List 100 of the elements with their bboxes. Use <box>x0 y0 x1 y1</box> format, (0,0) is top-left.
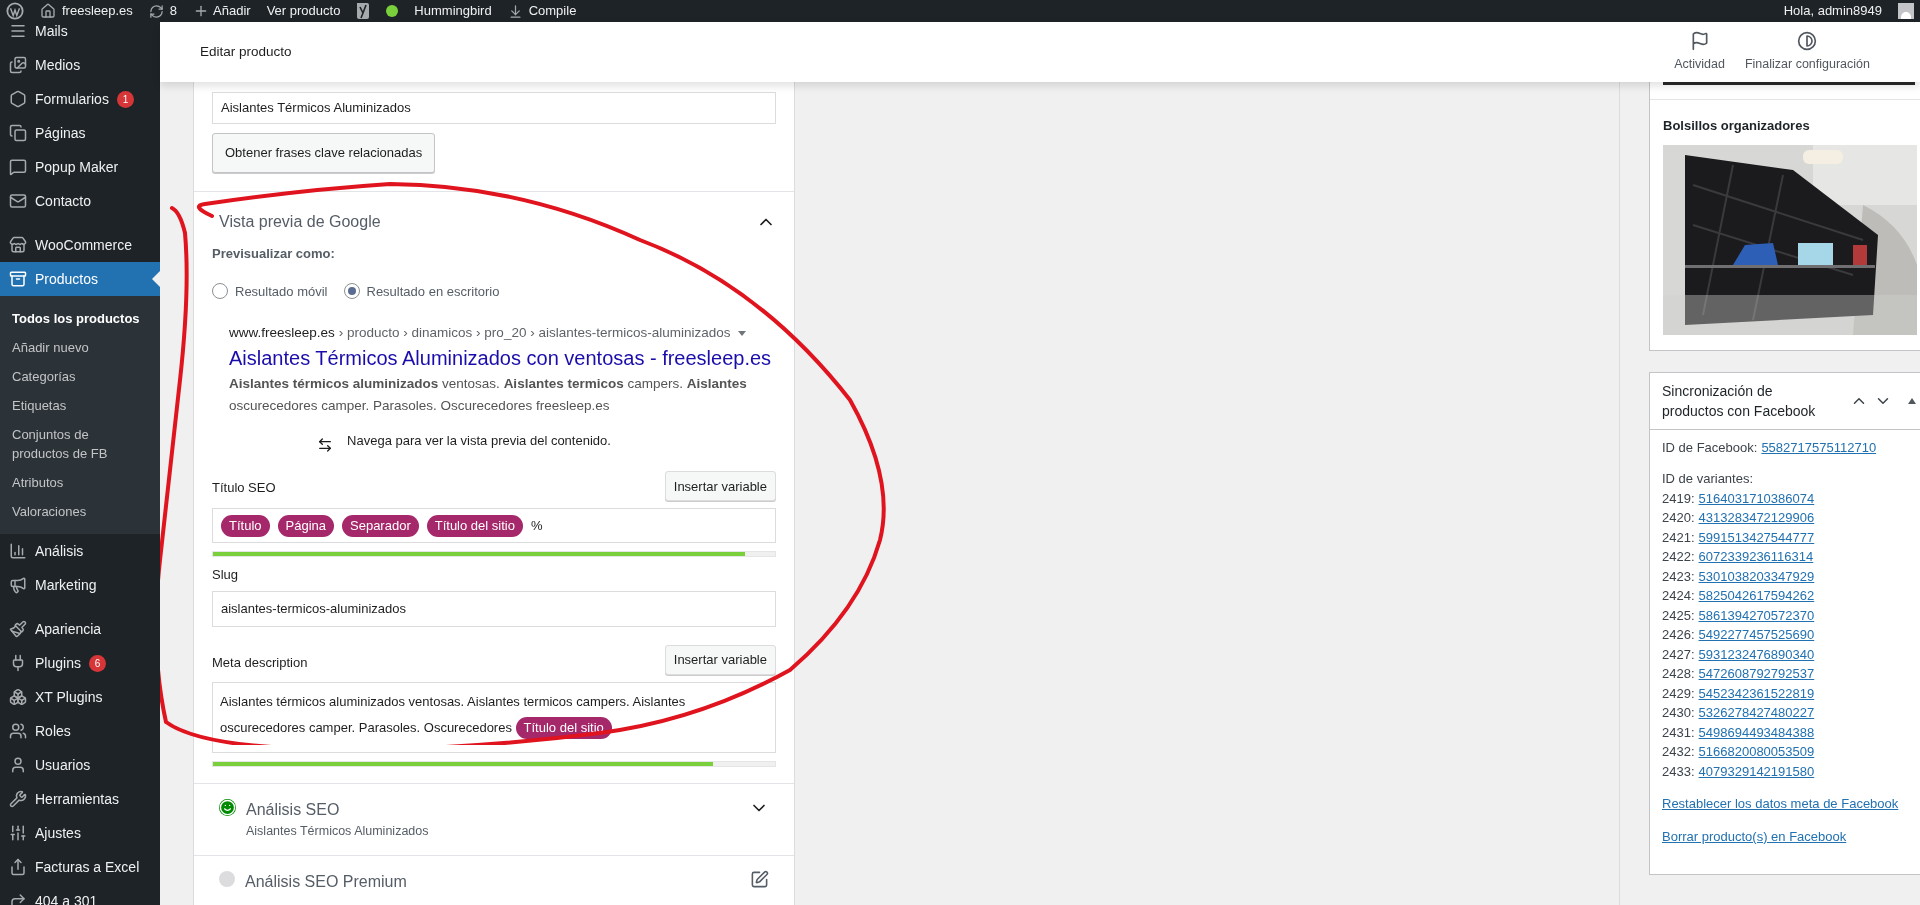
sidebar-item[interactable]: Análisis <box>0 534 160 568</box>
sidebar-item[interactable]: Popup Maker <box>0 150 160 184</box>
variant-number: 2429: <box>1662 684 1695 703</box>
variant-id-link[interactable]: 5825042617594262 <box>1698 586 1815 606</box>
sidebar-item[interactable]: Formularios 1 <box>0 82 160 116</box>
variant-number: 2431: <box>1662 723 1695 742</box>
variable-chip[interactable]: Título <box>221 514 270 537</box>
swap-arrows-icon <box>317 437 334 454</box>
sidebar-item[interactable]: XT Plugins <box>0 680 160 714</box>
sidebar-item[interactable]: Roles <box>0 714 160 748</box>
variant-id-link[interactable]: 4313283472129906 <box>1698 508 1815 528</box>
sidebar-item[interactable]: WooCommerce <box>0 228 160 262</box>
caret-icon <box>738 330 747 336</box>
variant-number: 2425: <box>1662 606 1695 625</box>
half-circle-icon <box>1797 30 1818 51</box>
share-icon <box>9 858 27 876</box>
submenu-item[interactable]: Valoraciones <box>0 497 160 526</box>
submenu-item[interactable]: Añadir nuevo <box>0 333 160 362</box>
bar-chart-icon <box>9 542 27 560</box>
submenu-item[interactable]: Todos los productos <box>0 304 160 333</box>
site-link[interactable]: freesleep.es <box>40 1 133 21</box>
variable-chip[interactable]: Título del sitio <box>426 514 523 537</box>
page-title: Editar producto <box>200 42 292 61</box>
variant-id-link[interactable]: 5164031710386074 <box>1698 488 1815 508</box>
compile-link[interactable]: Compile <box>507 1 577 21</box>
variant-number: 2422: <box>1662 548 1695 566</box>
submenu-item[interactable]: Etiquetas <box>0 391 160 420</box>
variant-number: 2428: <box>1662 665 1695 683</box>
seo-title-field[interactable]: Título Página Separador Título del sitio % <box>212 508 776 544</box>
sidebar-item[interactable]: 404 a 301 <box>0 884 160 905</box>
related-keyphrases-button[interactable]: Obtener frases clave relacionadas <box>212 133 436 173</box>
sidebar-item[interactable]: Plugins 6 <box>0 646 160 680</box>
sidebar-item[interactable]: Productos <box>0 262 160 296</box>
variant-id-link[interactable]: 5991513427544777 <box>1698 527 1815 547</box>
new-link[interactable]: Añadir <box>193 1 251 21</box>
variant-id-link[interactable]: 5301038203347929 <box>1698 566 1815 586</box>
header-action[interactable]: Actividad <box>1664 30 1735 74</box>
sidebar-item[interactable]: Apariencia <box>0 612 160 646</box>
sidebar-item[interactable]: Facturas a Excel <box>0 850 160 884</box>
section-header[interactable]: Análisis SEO Premium <box>194 855 794 905</box>
wrench-icon <box>9 790 27 808</box>
hexagon-icon <box>9 90 27 108</box>
updates-link[interactable]: 8 <box>148 1 178 21</box>
action-link[interactable]: Borrar producto(s) en Facebook <box>1662 828 1847 844</box>
facebook-id-link[interactable]: 5582717575112710 <box>1761 437 1877 457</box>
variant-number: 2433: <box>1662 762 1695 781</box>
variant-id-link[interactable]: 5452342361522819 <box>1698 683 1815 703</box>
count-badge: 6 <box>88 654 106 672</box>
users-icon <box>9 722 27 740</box>
sidebar-item[interactable]: Ajustes <box>0 816 160 850</box>
sidebar-item[interactable]: Medios <box>0 48 160 82</box>
preview-label: Previsualizar como: <box>212 245 336 263</box>
variant-id-link[interactable]: 5498694493484388 <box>1698 722 1815 742</box>
field-label: Título SEO <box>212 478 276 497</box>
meta-description-field[interactable]: Aislantes térmicos aluminizados ventosas. Aislantes termicos campers. Aislantes oscurecedores camper. Parasoles. Oscurecedores Título del sitio <box>212 681 776 753</box>
variable-chip[interactable]: Página <box>277 514 334 537</box>
variant-id-link[interactable]: 5492277457525690 <box>1698 625 1815 645</box>
variant-id-link[interactable]: 5326278427480227 <box>1698 703 1815 723</box>
insert-variable-button[interactable]: Insertar variable <box>664 471 776 502</box>
store-icon <box>9 236 27 254</box>
result-description: Aislantes térmicos aluminizados ventosas. Aislantes termicos campers. Aislantes oscurecedores camper. Parasoles. Oscurecedores freesleep.es <box>229 375 748 416</box>
slug-field[interactable]: aislantes-termicos-aluminizados <box>212 590 776 627</box>
variable-chip[interactable]: Separador <box>342 514 419 537</box>
variant-id-link[interactable]: 5166820080053509 <box>1698 742 1815 762</box>
variant-number: 2432: <box>1662 743 1695 761</box>
variant-id-link[interactable]: 5861394270572370 <box>1698 605 1815 625</box>
variant-number: 2420: <box>1662 509 1695 527</box>
section-header[interactable]: Análisis SEO Aislantes Térmicos Aluminizados <box>194 783 794 855</box>
plugin-link[interactable]: Hummingbird <box>414 1 492 21</box>
greeting-link[interactable]: Hola, admin8949 <box>1783 1 1882 21</box>
submenu-item[interactable]: Conjuntos de productos de FB <box>0 420 160 468</box>
sidebar-item[interactable]: Herramientas <box>0 782 160 816</box>
sidebar-item[interactable]: Contacto <box>0 184 160 218</box>
variable-chip[interactable]: Título del sitio <box>515 716 612 739</box>
variant-id-link[interactable]: 5931232476890340 <box>1698 644 1815 664</box>
action-link[interactable]: Restablecer los datos meta de Facebook <box>1662 796 1899 811</box>
radio-option[interactable]: Resultado en escritorio <box>343 281 500 301</box>
smiley-icon <box>219 798 236 816</box>
field-label: Slug <box>212 566 240 585</box>
variant-id-link[interactable]: 4079329142191580 <box>1698 761 1815 781</box>
collapse-icon[interactable] <box>1908 397 1916 404</box>
current-pointer-icon <box>152 271 160 287</box>
view-link[interactable]: Ver producto <box>266 1 341 21</box>
submenu-item[interactable]: Atributos <box>0 468 160 497</box>
variant-id-link[interactable]: 5472608792792537 <box>1698 664 1815 684</box>
variant-id-link[interactable]: 6072339236116314 <box>1698 547 1814 567</box>
sidebar-item[interactable]: Páginas <box>0 116 160 150</box>
result-title[interactable]: Aislantes Térmicos Aluminizados con ventosas - freesleep.es <box>229 343 776 374</box>
id-label: ID de Facebook: <box>1662 438 1758 457</box>
sidebar-item[interactable]: Usuarios <box>0 748 160 782</box>
submenu-item[interactable]: Categorías <box>0 362 160 391</box>
percent-text: % <box>530 517 543 535</box>
navigate-hint: Navega para ver la vista previa del contenido. <box>347 431 611 450</box>
variants-label: ID de variantes: <box>1662 470 1755 488</box>
sidebar-item[interactable]: Marketing <box>0 568 160 602</box>
insert-variable-button[interactable]: Insertar variable <box>664 644 776 675</box>
sidebar-item[interactable]: Mails <box>0 22 160 48</box>
radio-option[interactable]: Resultado móvil <box>212 281 328 301</box>
keyphrase-field[interactable]: Aislantes Térmicos Aluminizados <box>212 92 776 124</box>
header-action[interactable]: Finalizar configuración <box>1734 30 1880 74</box>
